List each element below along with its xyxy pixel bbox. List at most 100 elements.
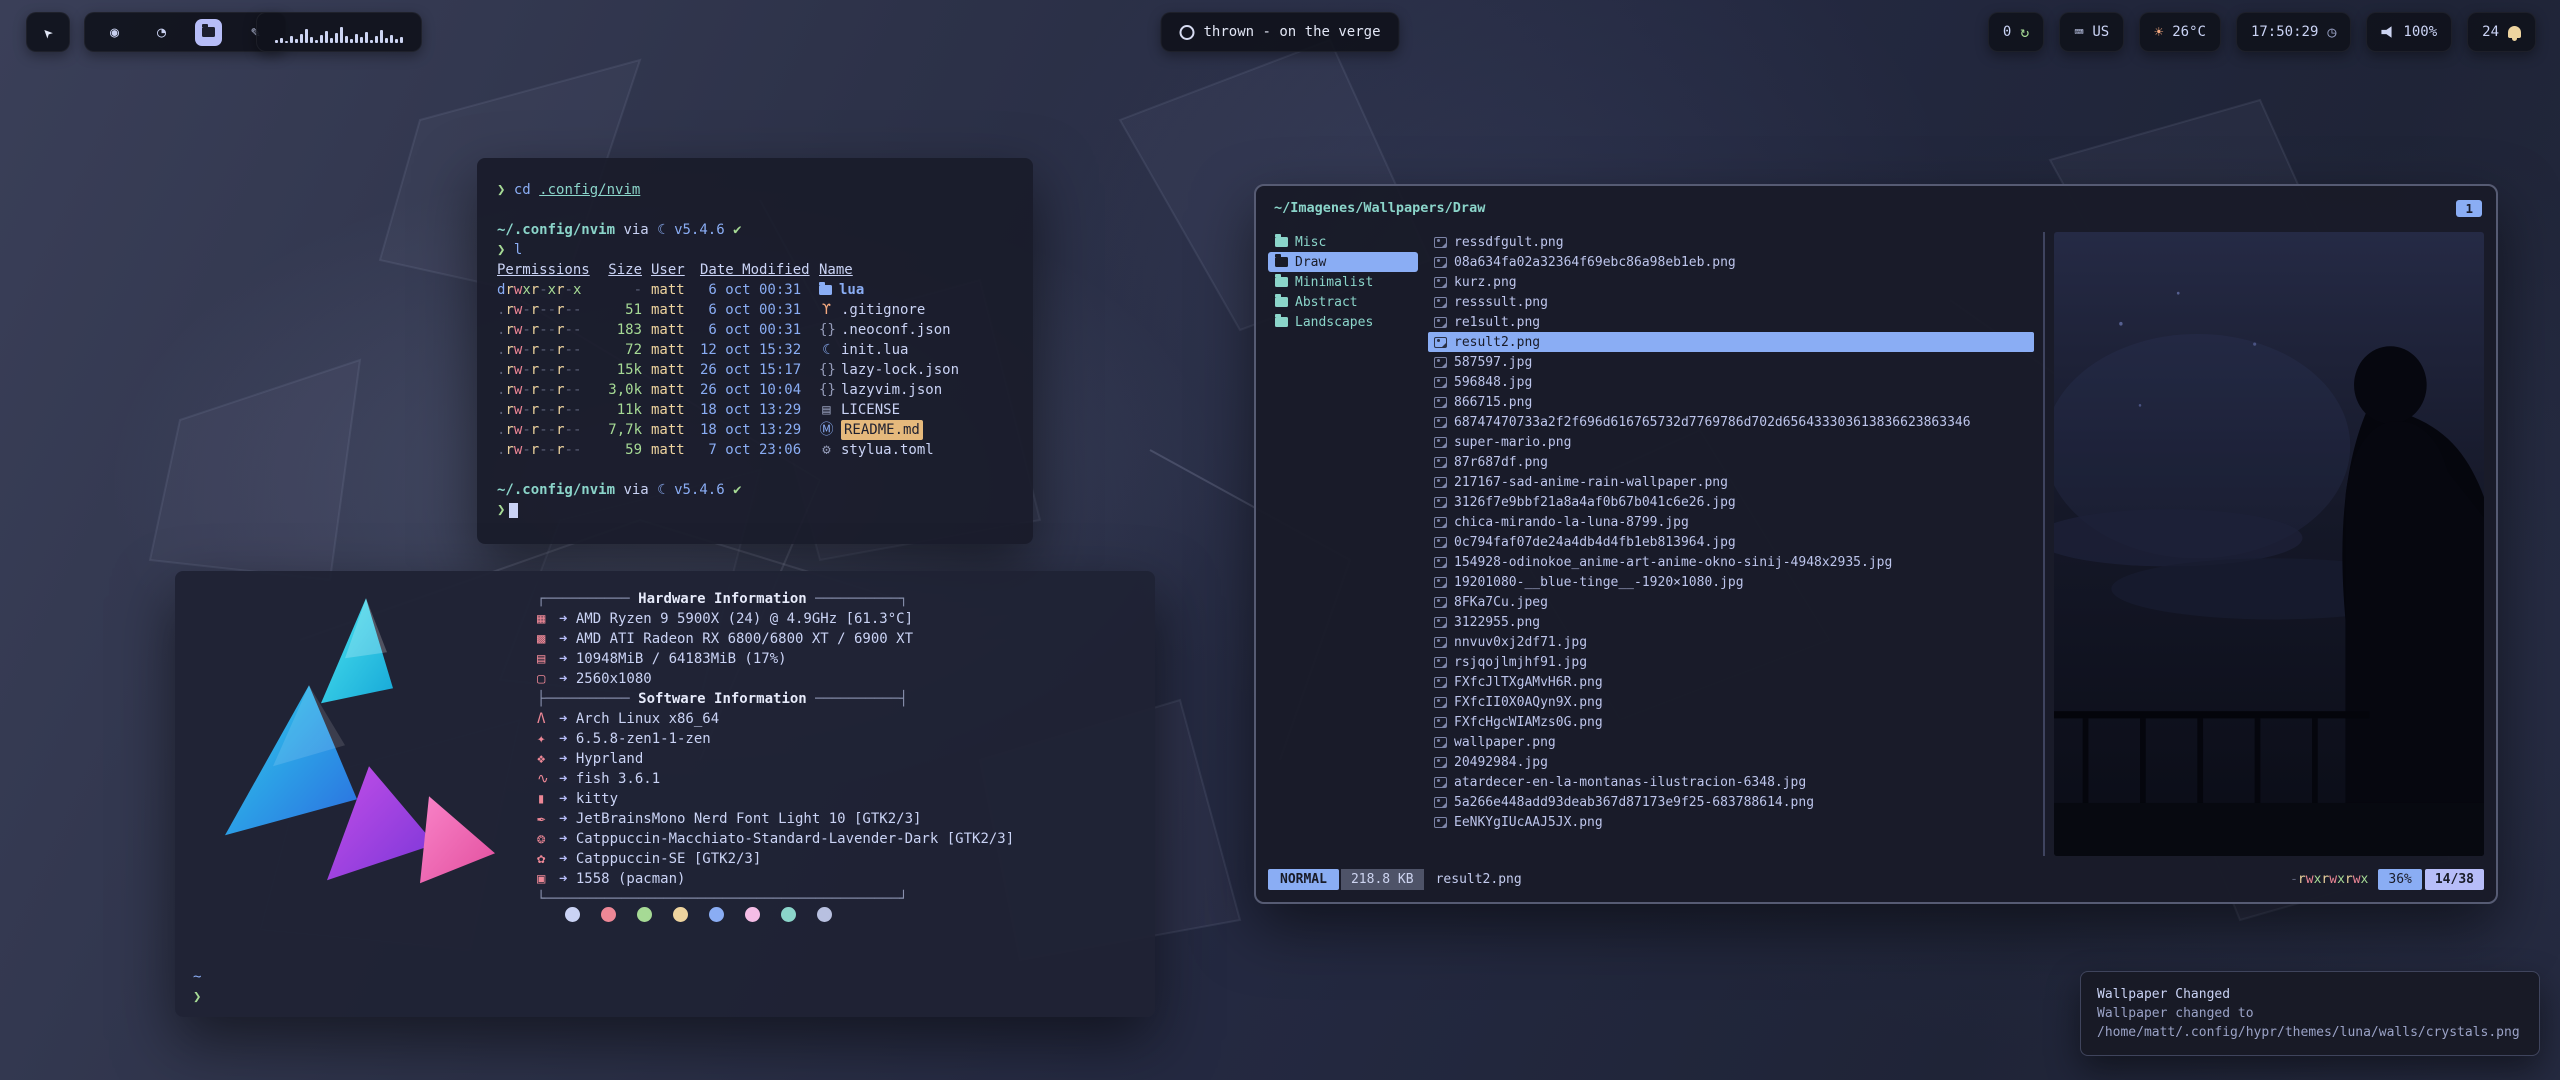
file-name: 3126f7e9bbf21a8a4af0b67b041c6e26.jpg [1454, 495, 1736, 510]
prompt-line[interactable]: ❯ [497, 500, 1013, 520]
image-icon [1434, 637, 1447, 648]
file-name: lazyvim.json [841, 380, 942, 400]
file-item[interactable]: FXfcJlTXgAMvH6R.png [1428, 672, 2034, 692]
temperature-widget[interactable]: ☀ 26°C [2139, 12, 2221, 52]
workspace-2-media-button[interactable]: ◔ [148, 19, 175, 46]
file-item[interactable]: 08a634fa02a32364f69ebc86a98eb1eb.png [1428, 252, 2034, 272]
sidebar-folder-minimalist[interactable]: Minimalist [1268, 272, 1418, 292]
terminal-window-fastfetch[interactable]: ┌────────── Hardware Information ───────… [175, 571, 1155, 1017]
volume-widget[interactable]: 100% [2366, 12, 2452, 52]
file-manager-header: ~/Imagenes/Wallpapers/Draw 1 [1274, 196, 2482, 220]
visualizer-bar [300, 34, 303, 43]
speaker-icon [2381, 26, 2394, 38]
folder-label: Abstract [1295, 295, 1358, 310]
info-line: ❂➜ Catppuccin-Macchiato-Standard-Lavende… [537, 829, 1014, 849]
notification-popup[interactable]: Wallpaper Changed Wallpaper changed to /… [2080, 971, 2540, 1056]
tab-badge[interactable]: 1 [2456, 200, 2482, 217]
scroll-percent-badge: 36% [2378, 869, 2421, 890]
visualizer-bar [290, 36, 293, 43]
file-row: .rw-r--r--51matt 6 oct 00:31ϒ.gitignore [497, 300, 1013, 320]
file-row: .rw-r--r--15kmatt26 oct 15:17{}lazy-lock… [497, 360, 1013, 380]
memory-icon: ▤ [537, 649, 559, 669]
file-item[interactable]: rsjqojlmjhf91.jpg [1428, 652, 2034, 672]
visualizer-bars [275, 21, 403, 43]
file-item[interactable]: re1sult.png [1428, 312, 2034, 332]
shell-prompt[interactable]: ~ ❯ [193, 967, 201, 1007]
refresh-icon: ↻ [2020, 25, 2029, 40]
file-row: .rw-r--r--11kmatt18 oct 13:29▤LICENSE [497, 400, 1013, 420]
section-footer: └───────────────────────────────────────… [537, 889, 1014, 909]
prompt-icon: ❯ [193, 989, 201, 1005]
file-item[interactable]: atardecer-en-la-montanas-ilustracion-634… [1428, 772, 2034, 792]
file-item[interactable]: 8FKa7Cu.jpeg [1428, 592, 2034, 612]
file-manager-window[interactable]: ~/Imagenes/Wallpapers/Draw 1 MiscDrawMin… [1254, 184, 2498, 904]
info-line: ▮➜ kitty [537, 789, 1014, 809]
sidebar-folder-draw[interactable]: Draw [1268, 252, 1418, 272]
pane-divider [2043, 232, 2045, 856]
visualizer-bar [345, 36, 348, 43]
file-row: .rw-r--r--183matt 6 oct 00:31{}.neoconf.… [497, 320, 1013, 340]
file-item[interactable]: 3122955.png [1428, 612, 2034, 632]
file-name: .gitignore [841, 300, 925, 320]
workspace-1-browser-button[interactable]: ◉ [101, 19, 128, 46]
sidebar-folder-abstract[interactable]: Abstract [1268, 292, 1418, 312]
folder-icon [1275, 257, 1288, 267]
updates-widget[interactable]: 0 ↻ [1988, 12, 2044, 52]
keyboard-layout-widget[interactable]: ⌨ US [2059, 12, 2124, 52]
file-item[interactable]: 3126f7e9bbf21a8a4af0b67b041c6e26.jpg [1428, 492, 2034, 512]
file-item[interactable]: 596848.jpg [1428, 372, 2034, 392]
image-icon [1434, 777, 1447, 788]
listing-rows: drwxr-xr-x-matt 6 oct 00:31lua.rw-r--r--… [497, 280, 1013, 460]
palette-dot [673, 907, 688, 922]
info-line: ❖➜ Hyprland [537, 749, 1014, 769]
workspace-3-files-button[interactable] [195, 19, 222, 46]
file-item[interactable]: wallpaper.png [1428, 732, 2034, 752]
file-item[interactable]: 0c794faf07de24a4db4d4fb1eb813964.jpg [1428, 532, 2034, 552]
file-item[interactable]: nnvuv0xj2df71.jpg [1428, 632, 2034, 652]
file-item[interactable]: 217167-sad-anime-rain-wallpaper.png [1428, 472, 2034, 492]
file-item[interactable]: resssult.png [1428, 292, 2034, 312]
notifications-widget[interactable]: 24 [2467, 12, 2536, 52]
text-cursor [509, 503, 518, 518]
terminal-window-nvim[interactable]: ❯ cd .config/nvim ~/.config/nvim via ☾ v… [477, 158, 1033, 544]
file-item[interactable]: 68747470733a2f2f696d616765732d7769786d70… [1428, 412, 2034, 432]
file-item[interactable]: EeNKYgIUcAAJ5JX.png [1428, 812, 2034, 832]
file-name: 596848.jpg [1454, 375, 1532, 390]
image-icon [1434, 477, 1447, 488]
file-item[interactable]: 5a266e448add93deab367d87173e9f25-6837886… [1428, 792, 2034, 812]
file-item[interactable]: 87r687df.png [1428, 452, 2034, 472]
file-item[interactable]: FXfcII0X0AQyn9X.png [1428, 692, 2034, 712]
clock-widget[interactable]: 17:50:29 ◷ [2236, 12, 2351, 52]
info-line: ▤➜ 10948MiB / 64183MiB (17%) [537, 649, 1014, 669]
audio-visualizer-widget[interactable] [256, 12, 422, 52]
display-icon: ▢ [537, 669, 559, 689]
palette-dot [637, 907, 652, 922]
file-item[interactable]: ressdfgult.png [1428, 232, 2034, 252]
sidebar-folder-landscapes[interactable]: Landscapes [1268, 312, 1418, 332]
launcher-button[interactable]: ➤ [26, 12, 70, 52]
image-icon [1434, 337, 1447, 348]
file-name: 68747470733a2f2f696d616765732d7769786d70… [1454, 415, 1971, 430]
file-row: .rw-r--r--59matt 7 oct 23:06⚙stylua.toml [497, 440, 1013, 460]
music-player-widget[interactable]: thrown - on the verge [1160, 12, 1399, 52]
visualizer-bar [350, 39, 353, 43]
file-item[interactable]: 866715.png [1428, 392, 2034, 412]
file-name: 866715.png [1454, 395, 1532, 410]
sidebar-folder-misc[interactable]: Misc [1268, 232, 1418, 252]
file-item[interactable]: result2.png [1428, 332, 2034, 352]
file-name: lua [839, 280, 864, 300]
file-item[interactable]: 587597.jpg [1428, 352, 2034, 372]
image-icon [1434, 457, 1447, 468]
file-item[interactable]: chica-mirando-la-luna-8799.jpg [1428, 512, 2034, 532]
prompt-icon: ❯ [497, 242, 505, 258]
file-item[interactable]: 154928-odinokoe_anime-art-anime-okno-sin… [1428, 552, 2034, 572]
visualizer-bar [330, 38, 333, 43]
file-item[interactable]: 19201080-__blue-tinge__-1920×1080.jpg [1428, 572, 2034, 592]
file-item[interactable]: super-mario.png [1428, 432, 2034, 452]
column-header: User [651, 260, 691, 280]
breadcrumb-path: ~/Imagenes/Wallpapers/Draw [1274, 200, 1485, 216]
file-item[interactable]: FXfcHgcWIAMzs0G.png [1428, 712, 2034, 732]
file-item[interactable]: kurz.png [1428, 272, 2034, 292]
file-item[interactable]: 20492984.jpg [1428, 752, 2034, 772]
prompt-status-line: ~/.config/nvim via ☾ v5.4.6 ✔ [497, 220, 1013, 240]
